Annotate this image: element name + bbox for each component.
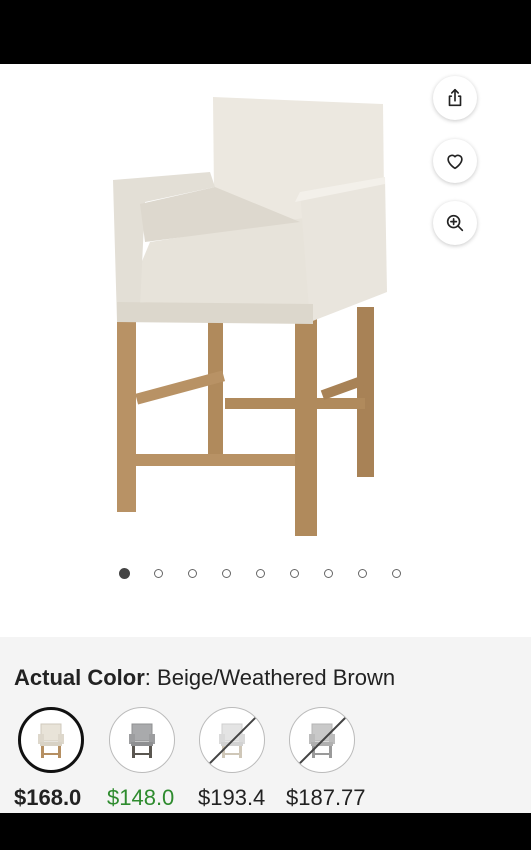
gray-stool-swatch (129, 723, 155, 758)
favorite-button[interactable] (433, 139, 477, 183)
color-separator: : (144, 665, 151, 690)
product-screen: Actual Color: Beige/Weathered Brown $168… (0, 64, 531, 813)
page-dot[interactable] (358, 569, 367, 578)
price-gray: $148.0 (107, 785, 175, 810)
color-label: Actual Color (14, 665, 145, 690)
product-image[interactable] (95, 92, 405, 552)
page-dot[interactable] (324, 569, 333, 578)
page-dot[interactable] (188, 569, 197, 578)
heart-icon (447, 154, 463, 170)
page-dot[interactable] (256, 569, 265, 578)
gallery-pagination (0, 568, 531, 581)
product-options: Actual Color: Beige/Weathered Brown $168… (0, 637, 531, 813)
page-dot[interactable] (154, 569, 163, 578)
color-swatch-gray[interactable] (109, 707, 175, 773)
price-beige: $168.0 (14, 785, 82, 810)
price-white: $193.4 (198, 785, 266, 810)
share-button[interactable] (433, 76, 477, 120)
beige-stool-swatch (38, 723, 64, 758)
color-value: Beige/Weathered Brown (157, 665, 396, 690)
page-dot[interactable] (392, 569, 401, 578)
color-swatch-charcoal-unavailable[interactable] (289, 707, 355, 773)
page-dot[interactable] (119, 568, 130, 579)
color-swatch-white-unavailable[interactable] (199, 707, 265, 773)
page-dot[interactable] (222, 569, 231, 578)
image-gallery[interactable] (0, 64, 531, 637)
share-icon (448, 88, 462, 107)
page-dot[interactable] (290, 569, 299, 578)
color-swatch-beige[interactable] (18, 707, 84, 773)
zoom-button[interactable] (433, 201, 477, 245)
color-line: Actual Color: Beige/Weathered Brown (14, 665, 395, 691)
zoom-in-icon (446, 214, 464, 232)
price-charcoal: $187.77 (286, 785, 366, 810)
